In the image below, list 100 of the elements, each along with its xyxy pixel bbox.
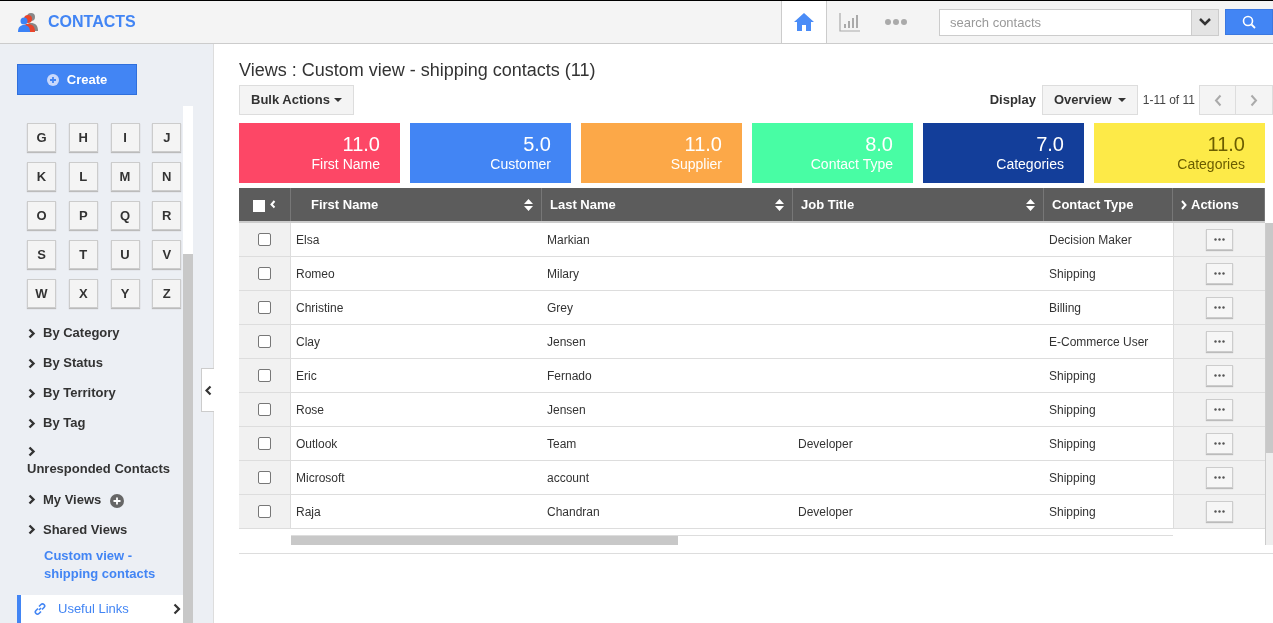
vertical-scrollbar[interactable] — [1265, 223, 1273, 545]
sidebar-section-link[interactable]: By Tag — [43, 413, 86, 433]
row-checkbox[interactable] — [258, 369, 271, 382]
row-checkbox[interactable] — [258, 403, 271, 416]
search-field[interactable]: search contacts — [939, 8, 1192, 36]
sidebar-section-link[interactable]: Unresponded Contacts — [27, 459, 183, 479]
more-icon — [1214, 374, 1225, 377]
more-actions-button[interactable] — [1206, 229, 1233, 250]
sidebar-section-link[interactable]: By Territory — [43, 383, 116, 403]
table-cell-text: Billing — [1049, 299, 1081, 317]
table-cell-text: Eric — [296, 367, 317, 385]
stat-value: 11.0 — [684, 133, 722, 155]
stat-value: 7.0 — [1036, 133, 1064, 155]
chevron-right-icon — [28, 387, 36, 399]
table-cell-text: Jensen — [547, 333, 586, 351]
table-cell-text: Decision Maker — [1049, 231, 1132, 249]
chevron-right-icon — [28, 494, 36, 505]
table-cell-text: Shipping — [1049, 401, 1096, 419]
column-header[interactable]: Contact Type — [1044, 188, 1173, 221]
row-checkbox[interactable] — [258, 437, 271, 450]
letter-filter-button[interactable]: V — [152, 240, 182, 269]
create-button[interactable]: Create — [17, 64, 137, 95]
chevron-left-icon — [204, 384, 212, 396]
more-actions-button[interactable] — [1206, 467, 1233, 488]
more-icon — [1214, 306, 1225, 309]
sidebar-scrollbar[interactable] — [183, 106, 193, 623]
letter-filter-button[interactable]: J — [152, 123, 182, 152]
column-header[interactable]: Actions — [1173, 188, 1265, 221]
table-cell-text: Grey — [547, 299, 573, 317]
bulk-actions-button[interactable]: Bulk Actions — [239, 85, 354, 115]
letter-filter-button[interactable]: K — [27, 162, 56, 191]
more-actions-button[interactable] — [1206, 399, 1233, 420]
chevron-right-icon — [28, 357, 36, 369]
more-actions-button[interactable] — [1206, 297, 1233, 318]
more-actions-button[interactable] — [1206, 433, 1233, 454]
letter-filter-button[interactable]: H — [68, 123, 98, 152]
letter-filter-button[interactable]: N — [152, 162, 182, 191]
row-checkbox[interactable] — [258, 505, 271, 518]
display-label: Display — [989, 91, 1036, 110]
column-header[interactable]: Job Title — [793, 188, 1044, 221]
dropdown-button[interactable] — [1192, 8, 1219, 36]
letter-filter-button[interactable]: X — [68, 279, 98, 308]
sidebar-section-link[interactable]: By Status — [43, 353, 103, 373]
row-checkbox[interactable] — [258, 471, 271, 484]
letter-filter-button[interactable]: Z — [152, 279, 182, 308]
stat-label: Categories — [1177, 155, 1245, 173]
more-actions-button[interactable] — [1206, 331, 1233, 352]
stat-value: 11.0 — [342, 133, 380, 155]
chevron-down-icon — [1199, 18, 1211, 26]
table-cell-text: E-Commerce User — [1049, 333, 1149, 351]
row-checkbox[interactable] — [258, 335, 271, 348]
plus-circle-icon[interactable] — [110, 493, 125, 508]
stat-card[interactable]: 11.0 Categories — [1094, 123, 1265, 183]
letter-filter-button[interactable]: T — [68, 240, 98, 269]
sidebar-section-link[interactable]: My Views — [43, 489, 102, 510]
sidebar-section-link[interactable]: By Category — [43, 323, 120, 343]
nav-tab[interactable] — [781, 1, 827, 43]
sidebar-section-link[interactable]: Shared Views — [43, 519, 128, 540]
stat-card[interactable]: 7.0 Categories — [923, 123, 1084, 183]
caret-icon — [1117, 98, 1126, 102]
letter-filter-button[interactable]: G — [27, 123, 56, 152]
useful-links-item[interactable]: Useful Links — [17, 594, 183, 623]
letter-filter-button[interactable]: O — [27, 201, 56, 230]
chevron-right-icon — [173, 602, 181, 615]
table-cell-text: Team — [547, 435, 577, 453]
chevron-left-icon[interactable] — [270, 200, 276, 209]
table-cell-text: Microsoft — [296, 469, 345, 487]
stat-label: Supplier — [670, 155, 722, 173]
letter-filter-button[interactable]: Q — [110, 201, 140, 230]
letter-filter-button[interactable]: I — [110, 123, 140, 152]
letter-filter-button[interactable]: L — [68, 162, 98, 191]
stat-card[interactable]: 5.0 Customer — [410, 123, 571, 183]
table-cell-text: Fernado — [547, 367, 592, 385]
row-checkbox[interactable] — [258, 233, 271, 246]
column-header[interactable]: First Name — [291, 188, 542, 221]
caret-icon — [334, 98, 342, 102]
letter-filter-button[interactable]: P — [68, 201, 98, 230]
row-checkbox[interactable] — [258, 301, 271, 314]
select-all-checkbox[interactable] — [253, 200, 265, 212]
table-cell-text: Shipping — [1049, 469, 1096, 487]
people-icon — [18, 12, 40, 32]
search-button[interactable] — [1225, 9, 1273, 35]
plus-circle-icon — [46, 73, 59, 86]
display-dropdown[interactable]: Overview — [1041, 85, 1138, 115]
more-actions-button[interactable] — [1206, 365, 1233, 386]
table-cell-text: Shipping — [1049, 503, 1096, 521]
letter-filter-button[interactable]: S — [27, 240, 56, 269]
letter-filter-button[interactable]: U — [110, 240, 140, 269]
collapse-handle[interactable] — [201, 368, 214, 412]
chevron-right-icon — [28, 524, 36, 535]
table-cell-text: Developer — [798, 503, 853, 521]
row-checkbox[interactable] — [258, 267, 271, 280]
letter-filter-button[interactable]: Y — [110, 279, 140, 308]
more-actions-button[interactable] — [1206, 263, 1233, 284]
column-header[interactable]: Last Name — [542, 188, 793, 221]
more-actions-button[interactable] — [1206, 501, 1233, 522]
letter-filter-button[interactable]: M — [110, 162, 140, 191]
letter-filter-button[interactable]: R — [152, 201, 182, 230]
stat-label: Customer — [490, 155, 551, 173]
letter-filter-button[interactable]: W — [27, 279, 56, 308]
